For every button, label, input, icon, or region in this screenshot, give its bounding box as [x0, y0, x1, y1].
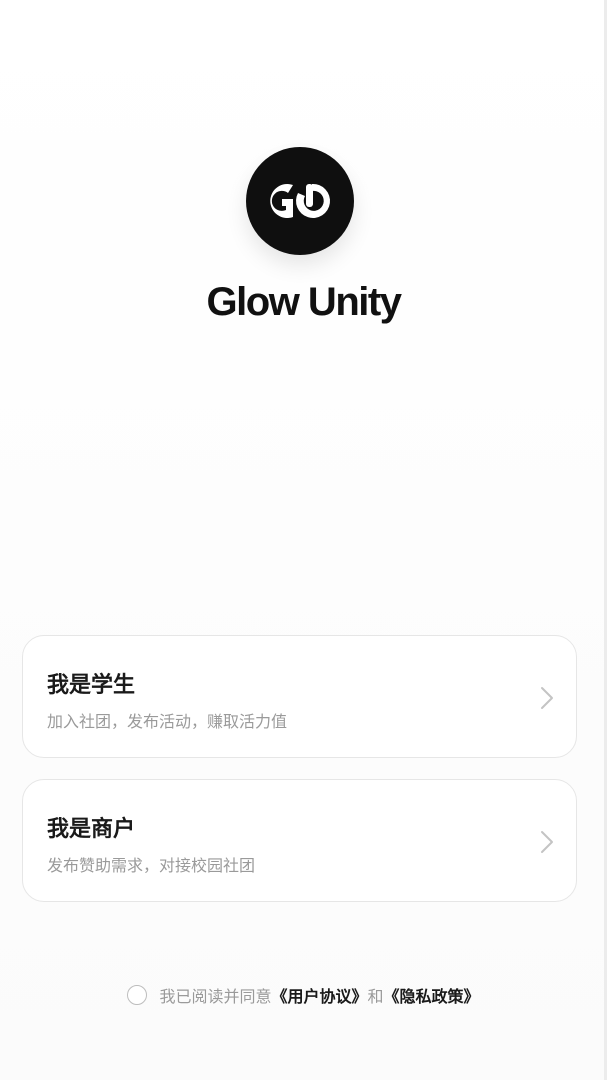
glow-unity-logo-icon — [246, 147, 354, 255]
chevron-right-icon — [541, 687, 553, 709]
merchant-card-description: 发布赞助需求，对接校园社团 — [47, 856, 256, 875]
privacy-policy-link[interactable]: 《隐私政策》 — [384, 983, 480, 1007]
agreement-prefix: 我已阅读并同意 — [159, 987, 272, 1006]
welcome-screen: Glow Unity 我是学生 加入社团，发布活动，赚取活力值 我是商户 发布赞… — [0, 0, 607, 1080]
app-name: Glow Unity — [206, 280, 402, 324]
agreement-row: 我已阅读并同意 《用户协议》 和 《隐私政策》 — [0, 983, 607, 1007]
chevron-right-icon — [541, 831, 553, 853]
merchant-role-card[interactable]: 我是商户 发布赞助需求，对接校园社团 — [22, 779, 577, 902]
agreement-connector: 和 — [367, 987, 384, 1006]
merchant-card-title: 我是商户 — [47, 817, 136, 842]
student-card-title: 我是学生 — [47, 673, 136, 698]
student-card-description: 加入社团，发布活动，赚取活力值 — [47, 712, 288, 731]
agreement-checkbox[interactable] — [127, 985, 148, 1005]
student-role-card[interactable]: 我是学生 加入社团，发布活动，赚取活力值 — [22, 635, 577, 758]
user-agreement-link[interactable]: 《用户协议》 — [271, 983, 367, 1007]
